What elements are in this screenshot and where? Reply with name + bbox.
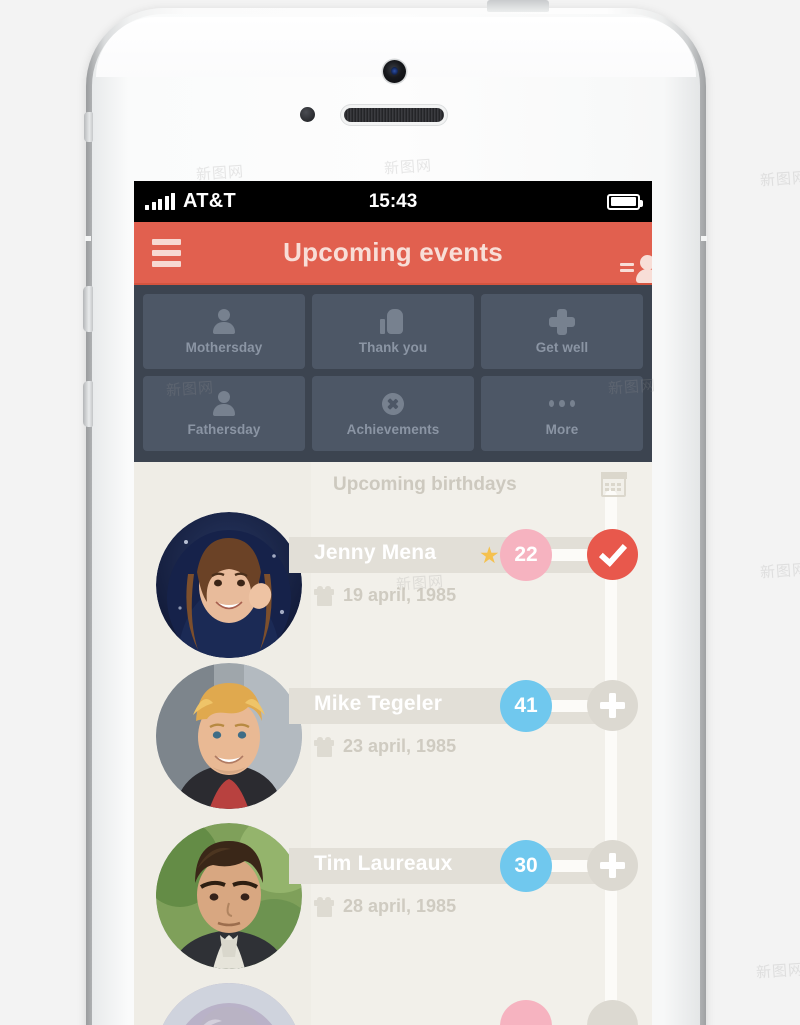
add-button[interactable]: [587, 840, 638, 891]
list-item[interactable]: Tim Laureaux 30 28 april, 1985: [134, 818, 652, 976]
age-badge: 41: [500, 680, 552, 732]
category-tile-grid: Mothersday Thank you Get well Fathersday: [134, 285, 652, 462]
add-button[interactable]: [587, 680, 638, 731]
avatar[interactable]: [156, 663, 302, 809]
avatar[interactable]: [156, 512, 302, 658]
birth-date: 28 april, 1985: [314, 896, 456, 917]
tile-achievements[interactable]: Achievements: [312, 376, 474, 451]
birthday-list[interactable]: Upcoming birthdays Jenny Mena ★ 22 19 ap…: [134, 462, 652, 1025]
mute-switch[interactable]: [84, 112, 93, 142]
tile-get-well[interactable]: Get well: [481, 294, 643, 369]
volume-up-button[interactable]: [83, 286, 93, 332]
page-title: Upcoming events: [283, 237, 503, 267]
tile-more[interactable]: More: [481, 376, 643, 451]
avatar[interactable]: [156, 823, 302, 969]
birth-date: 19 april, 1985: [314, 585, 456, 606]
tile-fathersday[interactable]: Fathersday: [143, 376, 305, 451]
antenna-band-right: [701, 236, 707, 241]
antenna-band-left: [85, 236, 91, 241]
tile-label: Fathersday: [187, 421, 261, 437]
front-camera-icon: [383, 60, 406, 83]
list-item[interactable]: Jenny Mena ★ 22 19 april, 1985: [134, 507, 652, 665]
tile-label: Get well: [535, 339, 589, 355]
watermark: 新图网: [759, 560, 800, 582]
watermark: 新图网: [755, 960, 800, 982]
proximity-sensor-icon: [300, 107, 315, 122]
app-header: Upcoming events: [134, 222, 652, 285]
volume-down-button[interactable]: [83, 381, 93, 427]
gift-icon: [314, 736, 334, 757]
contact-name: Mike Tegeler: [314, 692, 443, 715]
screenshot-canvas: AT&T 15:43 Upcoming events Mothersday Th…: [0, 0, 800, 1025]
birth-date: 23 april, 1985: [314, 736, 456, 757]
watermark: 新图网: [759, 168, 800, 190]
achievement-badge-icon: [378, 388, 408, 419]
list-item[interactable]: Mike Tegeler 41 23 april, 1985: [134, 658, 652, 816]
phone-screen: AT&T 15:43 Upcoming events Mothersday Th…: [134, 181, 652, 1025]
birth-date-label: 23 april, 1985: [343, 736, 457, 756]
battery-icon: [607, 193, 643, 210]
age-badge: [500, 1000, 552, 1025]
contact-name: Jenny Mena: [314, 541, 437, 564]
birth-date-label: 28 april, 1985: [343, 896, 457, 916]
list-item[interactable]: [134, 978, 652, 1025]
tile-label: Thank you: [358, 339, 428, 355]
age-badge: 22: [500, 529, 552, 581]
tile-label: Mothersday: [185, 339, 263, 355]
person-icon: [211, 308, 237, 335]
thumbs-up-icon: [380, 308, 406, 335]
plus-icon: [600, 853, 625, 878]
hamburger-menu-icon[interactable]: [134, 238, 199, 267]
calendar-icon[interactable]: [600, 472, 627, 497]
tile-thank-you[interactable]: Thank you: [312, 294, 474, 369]
mark-done-button[interactable]: [587, 529, 638, 580]
ellipsis-dots-icon: [549, 391, 575, 417]
power-button[interactable]: [487, 0, 549, 12]
status-bar: AT&T 15:43: [134, 181, 652, 222]
person-icon: [211, 390, 237, 417]
earpiece-speaker-icon: [344, 108, 444, 122]
clock-label: 15:43: [368, 190, 418, 212]
tile-mothersday[interactable]: Mothersday: [143, 294, 305, 369]
gift-icon: [314, 896, 334, 917]
plus-cross-icon: [549, 308, 575, 335]
section-title: Upcoming birthdays: [333, 473, 517, 495]
tile-label: More: [545, 421, 579, 437]
age-badge: 30: [500, 840, 552, 892]
contact-name: Tim Laureaux: [314, 852, 453, 875]
tile-label: Achievements: [346, 421, 440, 437]
birth-date-label: 19 april, 1985: [343, 585, 457, 605]
gift-icon: [314, 585, 334, 606]
avatar[interactable]: [156, 983, 302, 1025]
section-header: Upcoming birthdays: [311, 462, 652, 507]
add-button[interactable]: [587, 1000, 638, 1025]
check-icon: [598, 537, 627, 567]
plus-icon: [600, 693, 625, 718]
